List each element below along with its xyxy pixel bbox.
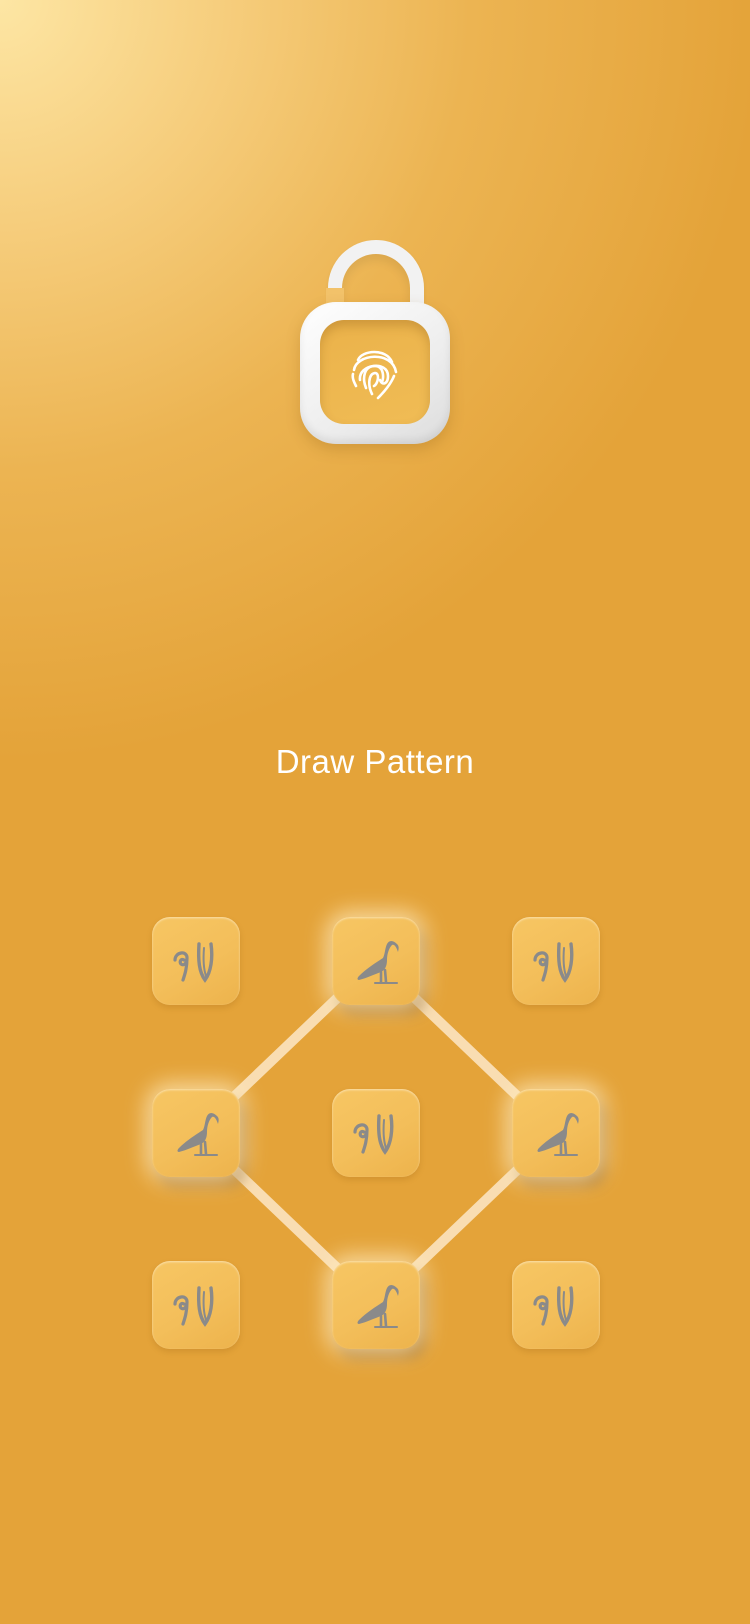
pattern-dot-2[interactable] — [332, 917, 420, 1005]
hieroglyph-icon — [533, 1286, 574, 1327]
pattern-dot-3[interactable] — [512, 917, 600, 1005]
ibis-hieroglyph-icon — [357, 1285, 399, 1328]
hieroglyph-icon — [533, 942, 574, 983]
pattern-dot-9[interactable] — [512, 1261, 600, 1349]
pattern-dot-4[interactable] — [152, 1089, 240, 1177]
ibis-hieroglyph-icon — [537, 1113, 579, 1156]
pattern-dot-8[interactable] — [332, 1261, 420, 1349]
pattern-dot-5[interactable] — [332, 1089, 420, 1177]
pattern-path — [191, 956, 561, 1310]
pattern-dot-1[interactable] — [152, 917, 240, 1005]
pattern-grid[interactable] — [0, 0, 750, 1624]
hieroglyph-icon — [173, 1286, 214, 1327]
hieroglyph-icon — [353, 1114, 394, 1155]
hieroglyph-icon — [173, 942, 214, 983]
ibis-hieroglyph-icon — [177, 1113, 219, 1156]
pattern-dot-7[interactable] — [152, 1261, 240, 1349]
ibis-hieroglyph-icon — [357, 941, 399, 984]
pattern-dot-6[interactable] — [512, 1089, 600, 1177]
